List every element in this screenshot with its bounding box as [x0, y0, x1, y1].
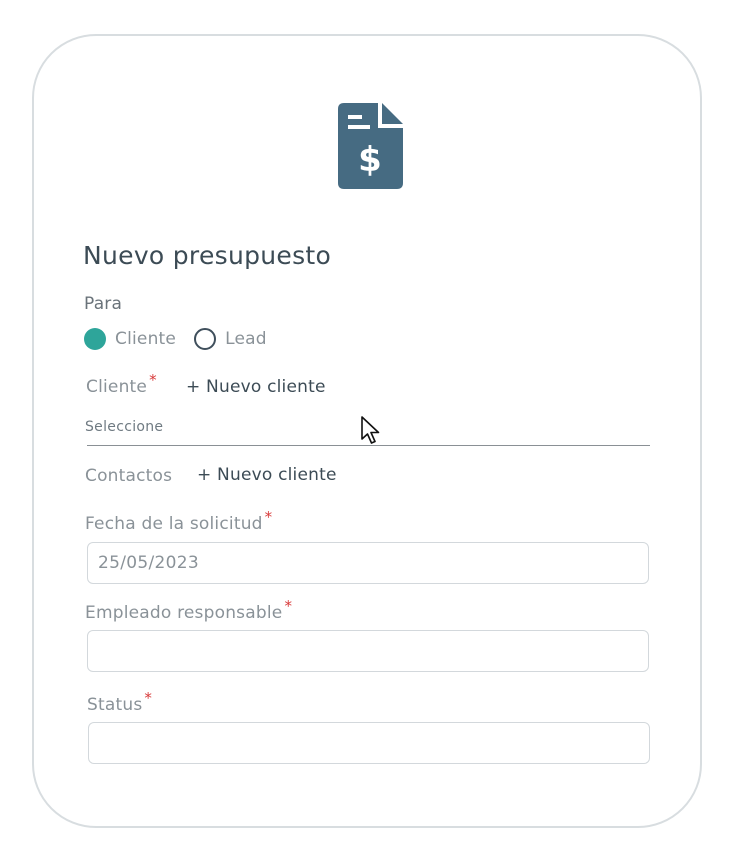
- radio-lead[interactable]: [194, 328, 217, 350]
- cliente-label: Cliente *: [86, 371, 157, 397]
- required-mark: *: [149, 371, 157, 389]
- svg-text:$: $: [358, 140, 382, 180]
- new-contacto-link[interactable]: + Nuevo cliente: [197, 465, 337, 485]
- invoice-dollar-icon: $: [338, 103, 403, 189]
- empleado-label-text: Empleado responsable: [85, 603, 283, 623]
- mouse-pointer-icon: [361, 416, 380, 444]
- cliente-select[interactable]: Seleccione: [85, 419, 163, 435]
- cliente-label-text: Cliente: [86, 377, 148, 397]
- form-title: Nuevo presupuesto: [83, 241, 332, 270]
- status-label: Status *: [87, 689, 152, 715]
- radio-lead-label[interactable]: Lead: [225, 329, 267, 349]
- fecha-input[interactable]: 25/05/2023: [87, 542, 649, 584]
- empleado-label: Empleado responsable *: [85, 597, 292, 623]
- status-input[interactable]: [88, 722, 650, 764]
- fecha-label-text: Fecha de la solicitud: [85, 514, 263, 534]
- para-label: Para: [84, 294, 123, 314]
- status-label-text: Status: [87, 695, 143, 715]
- required-mark: *: [284, 597, 293, 615]
- radio-cliente[interactable]: [84, 328, 106, 350]
- fecha-label: Fecha de la solicitud *: [85, 508, 272, 534]
- recipient-radio-group: Cliente Lead: [84, 328, 285, 350]
- empleado-input[interactable]: [87, 630, 649, 672]
- contactos-label: Contactos: [85, 466, 173, 486]
- new-cliente-link[interactable]: + Nuevo cliente: [186, 377, 326, 397]
- radio-cliente-label[interactable]: Cliente: [115, 329, 176, 349]
- required-mark: *: [144, 689, 153, 707]
- required-mark: *: [264, 508, 273, 526]
